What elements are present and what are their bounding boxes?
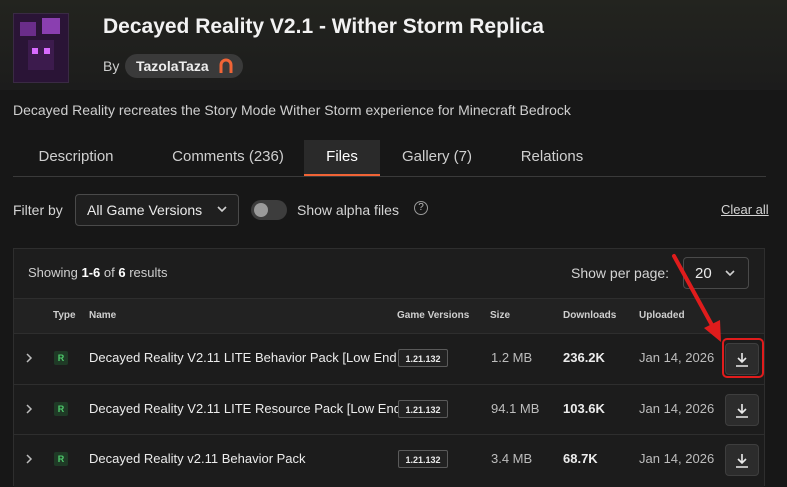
toggle-knob bbox=[254, 203, 268, 217]
upload-date: Jan 14, 2026 bbox=[639, 350, 715, 365]
author-name: TazolaTaza bbox=[136, 58, 209, 74]
release-type-badge: R bbox=[54, 402, 68, 416]
results-count: Showing 1-6 of 6 results bbox=[28, 265, 168, 280]
thumbnail-shape bbox=[28, 40, 54, 70]
chevron-right-icon[interactable] bbox=[24, 402, 34, 416]
header-name[interactable]: Name bbox=[89, 310, 116, 321]
project-header bbox=[0, 0, 787, 90]
table-header: Type Name Game Versions Size Downloads U… bbox=[14, 298, 764, 333]
tab-description[interactable]: Description bbox=[13, 140, 139, 175]
release-type-badge: R bbox=[54, 452, 68, 466]
tab-relations[interactable]: Relations bbox=[501, 140, 603, 175]
download-button[interactable] bbox=[725, 444, 759, 476]
per-page-select[interactable]: 20 bbox=[683, 257, 749, 289]
project-title: Decayed Reality V2.1 - Wither Storm Repl… bbox=[103, 15, 544, 38]
download-count: 68.7K bbox=[563, 451, 598, 466]
header-size[interactable]: Size bbox=[490, 310, 510, 321]
chevron-right-icon[interactable] bbox=[24, 351, 34, 365]
file-size: 3.4 MB bbox=[491, 451, 533, 466]
alpha-files-label: Show alpha files bbox=[297, 202, 399, 218]
table-row[interactable]: R Decayed Reality V2.11 LITE Resource Pa… bbox=[14, 384, 764, 435]
help-icon[interactable]: ? bbox=[414, 201, 428, 215]
tab-files[interactable]: Files bbox=[304, 140, 380, 176]
thumbnail-shape bbox=[42, 18, 60, 34]
table-row[interactable]: R Decayed Reality V2.11 LITE Behavior Pa… bbox=[14, 333, 764, 384]
game-version-badge: 1.21.132 bbox=[398, 349, 448, 367]
file-size: 1.2 MB bbox=[491, 350, 533, 365]
header-type: Type bbox=[53, 310, 76, 321]
file-name[interactable]: Decayed Reality V2.11 LITE Resource Pack… bbox=[89, 401, 448, 416]
horseshoe-badge-icon bbox=[219, 58, 233, 73]
filter-label: Filter by bbox=[13, 202, 63, 218]
thumbnail-eye bbox=[44, 48, 50, 54]
upload-date: Jan 14, 2026 bbox=[639, 401, 715, 416]
release-type-badge: R bbox=[54, 351, 68, 365]
per-page-label: Show per page: bbox=[571, 265, 670, 281]
chevron-right-icon[interactable] bbox=[24, 452, 34, 466]
download-count: 103.6K bbox=[563, 401, 605, 416]
file-name[interactable]: Decayed Reality v2.11 Behavior Pack bbox=[89, 451, 306, 466]
per-page-value: 20 bbox=[695, 265, 712, 282]
download-icon bbox=[736, 454, 748, 468]
download-button[interactable] bbox=[725, 394, 759, 426]
download-count: 236.2K bbox=[563, 350, 605, 365]
game-version-badge: 1.21.132 bbox=[398, 450, 448, 468]
file-size: 94.1 MB bbox=[491, 401, 540, 416]
game-version-value: All Game Versions bbox=[87, 202, 203, 218]
chevron-down-icon bbox=[725, 270, 735, 277]
download-icon bbox=[736, 404, 748, 418]
tab-comments[interactable]: Comments (236) bbox=[151, 140, 305, 175]
header-uploaded[interactable]: Uploaded bbox=[639, 310, 685, 321]
thumbnail-shape bbox=[20, 22, 36, 36]
tab-gallery[interactable]: Gallery (7) bbox=[387, 140, 487, 175]
alpha-files-toggle[interactable] bbox=[251, 200, 287, 220]
header-downloads[interactable]: Downloads bbox=[563, 310, 616, 321]
project-summary: Decayed Reality recreates the Story Mode… bbox=[13, 102, 571, 118]
clear-all-link[interactable]: Clear all bbox=[721, 202, 769, 217]
thumbnail-eye bbox=[32, 48, 38, 54]
table-row[interactable]: R Decayed Reality v2.11 Behavior Pack 1.… bbox=[14, 434, 764, 487]
game-version-badge: 1.21.132 bbox=[398, 400, 448, 418]
header-game-versions: Game Versions bbox=[397, 310, 470, 321]
by-label: By bbox=[103, 58, 120, 74]
upload-date: Jan 14, 2026 bbox=[639, 451, 715, 466]
project-thumbnail[interactable] bbox=[13, 13, 69, 83]
download-highlight-box bbox=[722, 338, 764, 378]
game-version-select[interactable]: All Game Versions bbox=[75, 194, 239, 226]
file-name[interactable]: Decayed Reality V2.11 LITE Behavior Pack… bbox=[89, 350, 444, 365]
author-link[interactable]: TazolaTaza bbox=[125, 54, 243, 78]
chevron-down-icon bbox=[217, 206, 227, 213]
project-tabs: Description Comments (236) Files Gallery… bbox=[13, 140, 766, 177]
